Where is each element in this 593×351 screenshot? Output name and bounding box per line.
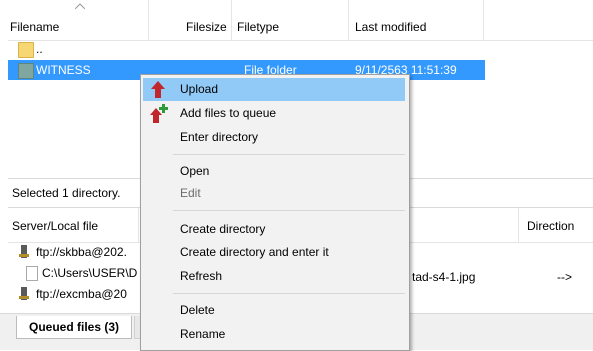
menu-item-label: Refresh — [180, 269, 223, 283]
column-header-server-local-file[interactable]: Server/Local file — [12, 219, 98, 233]
menu-item-rename[interactable]: Rename — [143, 323, 405, 346]
tab-queued-files[interactable]: Queued files (3) — [16, 316, 132, 339]
add-to-queue-icon — [150, 104, 168, 123]
menu-item-add-files-to-queue[interactable]: Add files to queue — [143, 102, 405, 125]
menu-item-create-directory[interactable]: Create directory — [143, 218, 405, 241]
menu-item-label: Create directory and enter it — [180, 245, 329, 259]
menu-item-label: Edit — [180, 186, 201, 200]
file-name: .. — [36, 42, 43, 56]
menu-item-delete[interactable]: Delete — [143, 299, 405, 322]
folder-icon — [18, 42, 34, 58]
menu-item-refresh[interactable]: Refresh — [143, 265, 405, 288]
menu-item-edit: Edit — [143, 182, 405, 205]
queue-server: ftp://skbba@202. — [36, 245, 127, 259]
menu-item-enter-directory[interactable]: Enter directory — [143, 126, 405, 149]
file-icon — [26, 266, 38, 281]
queue-remote-file: tad-s4-1.jpg — [412, 270, 476, 284]
file-name: WITNESS — [36, 63, 91, 77]
server-icon — [19, 245, 29, 258]
sort-ascending-icon — [75, 3, 85, 9]
column-header-filetype[interactable]: Filetype — [237, 20, 279, 34]
menu-item-label: Open — [180, 164, 210, 178]
column-header-filesize[interactable]: Filesize — [186, 20, 227, 34]
server-icon — [19, 287, 29, 300]
context-menu: Upload Add files to queue Enter director… — [140, 74, 410, 351]
menu-item-label: Rename — [180, 327, 226, 341]
menu-item-open[interactable]: Open — [143, 160, 405, 183]
menu-item-upload[interactable]: Upload — [143, 78, 405, 101]
menu-item-label: Enter directory — [180, 130, 259, 144]
queue-direction: --> — [557, 270, 572, 284]
file-list-header: Filename Filesize Filetype Last modified — [8, 0, 593, 41]
status-text: Selected 1 directory. — [12, 186, 121, 200]
column-header-last-modified[interactable]: Last modified — [355, 20, 426, 34]
file-row-parent[interactable]: .. — [8, 40, 593, 60]
tab-label: Queued files (3) — [28, 320, 120, 334]
menu-item-label: Add files to queue — [180, 106, 277, 120]
menu-item-label: Create directory — [180, 222, 266, 236]
menu-item-create-directory-and-enter[interactable]: Create directory and enter it — [143, 241, 405, 264]
folder-icon — [18, 63, 34, 79]
menu-separator — [173, 210, 405, 211]
column-header-direction[interactable]: Direction — [527, 219, 574, 233]
queue-server: ftp://excmba@20 — [36, 287, 127, 301]
menu-item-label: Delete — [180, 303, 215, 317]
upload-icon — [151, 81, 165, 98]
menu-item-label: Upload — [180, 82, 219, 96]
queue-local-file: C:\Users\USER\D — [42, 266, 138, 280]
column-header-filename[interactable]: Filename — [10, 20, 59, 34]
menu-separator — [173, 293, 405, 294]
menu-separator — [173, 154, 405, 155]
